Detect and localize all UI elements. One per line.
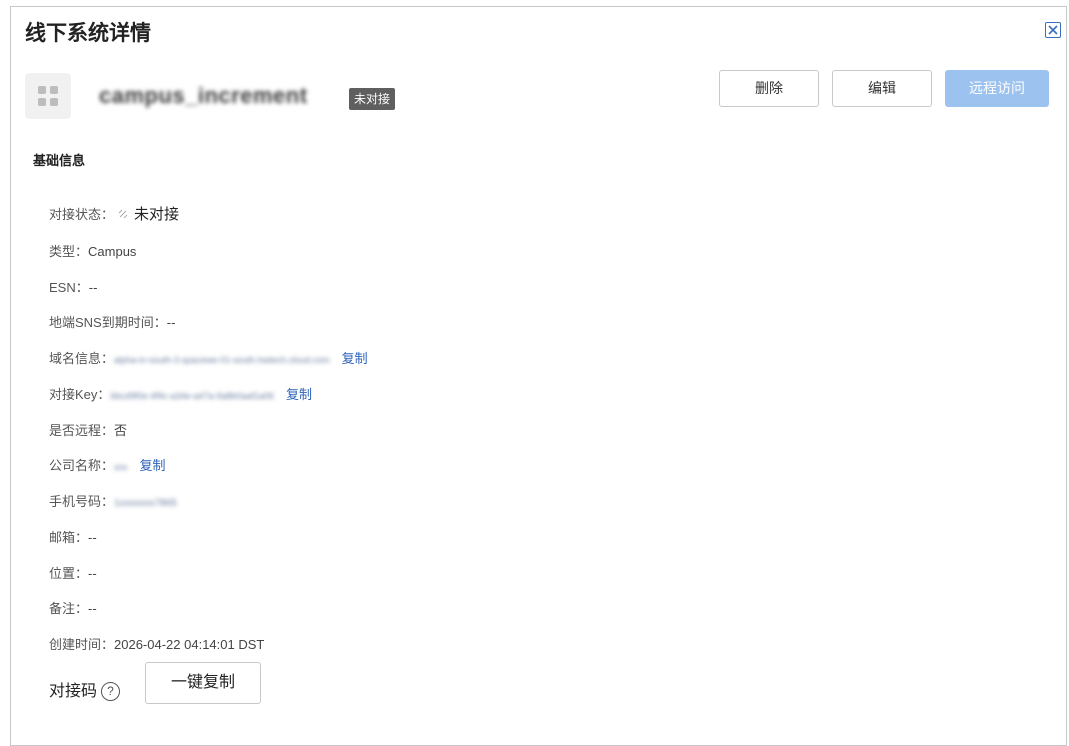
access-code-label: 对接码? xyxy=(49,677,121,702)
field-label: 邮箱： xyxy=(49,530,89,545)
grid-icon xyxy=(25,73,71,119)
copy-company-button[interactable]: 复制 xyxy=(140,455,166,474)
remote-access-button[interactable]: 远程访问 xyxy=(945,70,1049,107)
field-value: -- xyxy=(88,280,98,295)
field-value: Campus xyxy=(88,244,137,259)
field-value: -- xyxy=(166,315,176,330)
field-label: 域名信息： xyxy=(49,351,115,366)
field-value: xxx xyxy=(114,462,128,472)
field-value: 未对接 xyxy=(134,206,180,223)
field-label: 手机号码： xyxy=(49,494,115,509)
system-name: campus_increment xyxy=(99,83,308,108)
field-value: alpha-in-south-3.spacewe-01-south.hwtech… xyxy=(114,355,330,365)
field-label: 类型： xyxy=(49,244,89,259)
field-label: 地端SNS到期时间： xyxy=(49,315,167,330)
field-label: ESN： xyxy=(49,280,89,295)
copy-key-button[interactable]: 复制 xyxy=(286,384,312,403)
dialog-title: 线下系统详情 xyxy=(25,22,151,45)
field-location: 位置：-- xyxy=(49,563,97,582)
access-code-text: 对接码 xyxy=(49,683,98,700)
field-label: 创建时间： xyxy=(49,637,115,652)
field-status: 对接状态： 未对接 xyxy=(49,203,179,224)
field-value: 1xxxxxxx7865 xyxy=(114,498,177,509)
detail-dialog: 线下系统详情 campus_increment 未对接 删除 编辑 远程访问 基… xyxy=(10,6,1067,746)
field-remark: 备注：-- xyxy=(49,598,97,617)
field-remote: 是否远程：否 xyxy=(49,420,127,439)
field-value: 2026-04-22 04:14:01 DST xyxy=(114,637,265,652)
field-label: 位置： xyxy=(49,566,89,581)
field-value: 6bcd9f0e-4f9c-a34e-a47a-9a8b0aaf1a06 xyxy=(110,391,275,401)
close-icon[interactable] xyxy=(1045,22,1061,38)
field-created: 创建时间：2026-04-22 04:14:01 DST xyxy=(49,634,264,653)
field-label: 对接Key： xyxy=(49,387,111,402)
field-key: 对接Key：6bcd9f0e-4f9c-a34e-a47a-9a8b0aaf1a… xyxy=(49,384,312,403)
field-sns-expiry: 地端SNS到期时间：-- xyxy=(49,312,175,331)
field-type: 类型：Campus xyxy=(49,241,136,260)
field-value: 否 xyxy=(114,423,128,438)
section-title: 基础信息 xyxy=(33,153,86,168)
help-icon[interactable]: ? xyxy=(101,682,121,702)
field-phone: 手机号码：1xxxxxxx7865 xyxy=(49,491,177,510)
copy-all-button[interactable]: 一键复制 xyxy=(145,662,261,704)
field-label: 备注： xyxy=(49,601,89,616)
copy-domain-button[interactable]: 复制 xyxy=(342,348,368,367)
field-domain: 域名信息：alpha-in-south-3.spacewe-01-south.h… xyxy=(49,348,368,367)
field-label: 对接状态： xyxy=(49,207,115,222)
field-value: -- xyxy=(88,530,97,545)
field-label: 是否远程： xyxy=(49,423,115,438)
field-label: 公司名称： xyxy=(49,458,115,473)
field-esn: ESN：-- xyxy=(49,277,97,296)
status-badge: 未对接 xyxy=(349,88,396,110)
edit-button[interactable]: 编辑 xyxy=(832,70,932,107)
field-email: 邮箱：-- xyxy=(49,527,97,546)
delete-button[interactable]: 删除 xyxy=(719,70,819,107)
field-value: -- xyxy=(88,566,97,581)
field-company: 公司名称：xxx 复制 xyxy=(49,455,166,474)
unlink-icon xyxy=(118,207,128,222)
field-value: -- xyxy=(88,601,97,616)
